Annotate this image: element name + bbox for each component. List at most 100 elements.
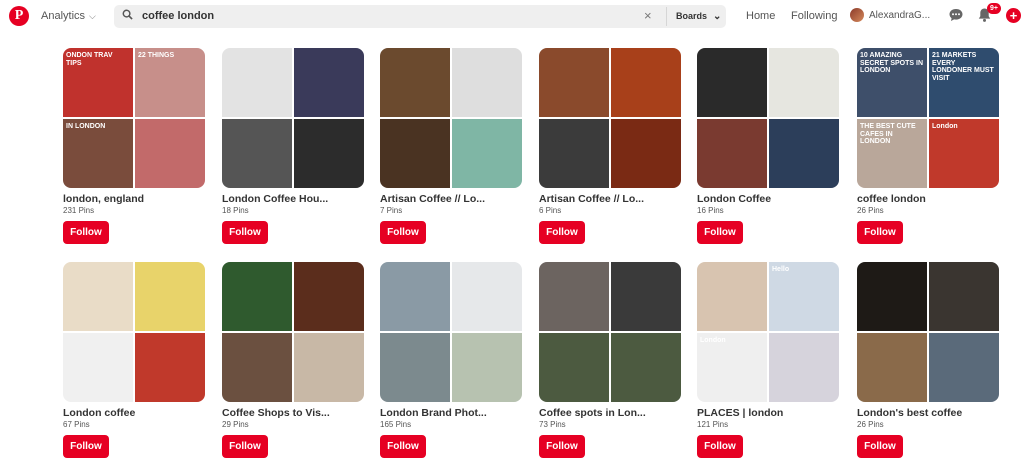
board-title[interactable]: London coffee — [63, 407, 205, 419]
board-cover-image — [452, 119, 522, 188]
board-card[interactable]: Artisan Coffee // Lo... 7 Pins Follow — [380, 48, 522, 244]
board-card[interactable]: Artisan Coffee // Lo... 6 Pins Follow — [539, 48, 681, 244]
board-cover-image: 22 THINGS — [135, 48, 205, 117]
board-cover[interactable] — [63, 262, 205, 402]
board-card[interactable]: London coffee 67 Pins Follow — [63, 262, 205, 458]
nav-home[interactable]: Home — [746, 10, 775, 22]
search-scope-label: Boards — [676, 11, 708, 21]
search-bar[interactable]: coffee london × Boards ⌄ — [114, 5, 726, 28]
analytics-menu[interactable]: Analytics ⌵ — [41, 10, 96, 22]
follow-button[interactable]: Follow — [857, 221, 903, 244]
user-profile-link[interactable]: AlexandraG... — [850, 8, 930, 22]
board-cover-image — [380, 333, 450, 402]
nav-following[interactable]: Following — [791, 10, 837, 22]
search-scope-dropdown[interactable]: Boards ⌄ — [676, 11, 721, 22]
board-title[interactable]: London's best coffee — [857, 407, 999, 419]
board-cover-image: IN LONDON — [63, 119, 133, 188]
board-card[interactable]: London Coffee Hou... 18 Pins Follow — [222, 48, 364, 244]
follow-button[interactable]: Follow — [539, 221, 585, 244]
board-title[interactable]: coffee london — [857, 193, 999, 205]
board-cover[interactable]: ONDON TRAV TIPS 22 THINGS IN LONDON — [63, 48, 205, 188]
board-pin-count: 6 Pins — [539, 206, 562, 215]
board-cover-image — [769, 119, 839, 188]
board-title[interactable]: London Coffee Hou... — [222, 193, 364, 205]
board-cover-image — [769, 48, 839, 117]
board-title[interactable]: PLACES | london — [697, 407, 839, 419]
board-cover[interactable] — [539, 262, 681, 402]
cover-image-text: London — [932, 123, 958, 130]
analytics-label: Analytics — [41, 10, 86, 22]
board-title[interactable]: Artisan Coffee // Lo... — [539, 193, 681, 205]
board-cover[interactable] — [857, 262, 999, 402]
board-title[interactable]: Artisan Coffee // Lo... — [380, 193, 522, 205]
board-cover-image — [380, 48, 450, 117]
search-input[interactable]: coffee london — [142, 10, 214, 22]
cover-image-text: 21 MARKETS EVERY LONDONER MUST VISIT — [932, 52, 994, 83]
board-cover-image — [452, 48, 522, 117]
follow-button[interactable]: Follow — [63, 221, 109, 244]
board-pin-count: 18 Pins — [222, 206, 249, 215]
board-cover[interactable]: 10 AMAZING SECRET SPOTS IN LONDON 21 MARK… — [857, 48, 999, 188]
chevron-down-icon: ⌵ — [89, 11, 96, 21]
follow-button[interactable]: Follow — [697, 435, 743, 458]
board-cover[interactable] — [222, 48, 364, 188]
board-card[interactable]: Hello London PLACES | london 121 Pins Follow — [697, 262, 839, 458]
board-title[interactable]: Coffee spots in Lon... — [539, 407, 681, 419]
messages-icon[interactable] — [948, 7, 964, 23]
board-cover-image — [294, 119, 364, 188]
board-cover-image — [857, 262, 927, 331]
board-cover[interactable] — [380, 262, 522, 402]
board-cover[interactable] — [222, 262, 364, 402]
avatar — [850, 8, 864, 22]
pinterest-logo-icon[interactable]: P — [9, 6, 29, 26]
board-cover[interactable] — [697, 48, 839, 188]
board-pin-count: 121 Pins — [697, 420, 729, 429]
board-pin-count: 7 Pins — [380, 206, 403, 215]
board-cover-image — [222, 262, 292, 331]
board-pin-count: 165 Pins — [380, 420, 412, 429]
board-cover[interactable]: Hello London — [697, 262, 839, 402]
board-card[interactable]: London's best coffee 26 Pins Follow — [857, 262, 999, 458]
board-title[interactable]: Coffee Shops to Vis... — [222, 407, 364, 419]
top-navigation-bar: P Analytics ⌵ coffee london × Boards ⌄ Hom… — [0, 0, 1024, 33]
board-card[interactable]: London Coffee 16 Pins Follow — [697, 48, 839, 244]
follow-button[interactable]: Follow — [380, 221, 426, 244]
follow-button[interactable]: Follow — [222, 221, 268, 244]
board-cover-image — [294, 333, 364, 402]
board-pin-count: 231 Pins — [63, 206, 95, 215]
cover-image-text: IN LONDON — [66, 123, 106, 130]
board-card[interactable]: ONDON TRAV TIPS 22 THINGS IN LONDON london,… — [63, 48, 205, 244]
clear-search-icon[interactable]: × — [644, 8, 652, 23]
board-cover-image — [697, 48, 767, 117]
board-pin-count: 73 Pins — [539, 420, 566, 429]
board-cover-image — [135, 333, 205, 402]
follow-button[interactable]: Follow — [539, 435, 585, 458]
board-cover-image — [697, 119, 767, 188]
board-cover-image — [697, 262, 767, 331]
cover-image-text: Hello — [772, 266, 790, 273]
board-cover[interactable] — [380, 48, 522, 188]
notification-count-badge: 9+ — [987, 3, 1001, 14]
board-cover-image — [539, 48, 609, 117]
board-pin-count: 26 Pins — [857, 420, 884, 429]
board-cover-image — [857, 333, 927, 402]
board-cover-image — [380, 119, 450, 188]
board-title[interactable]: london, england — [63, 193, 205, 205]
cover-image-text: 22 THINGS — [138, 52, 175, 59]
follow-button[interactable]: Follow — [222, 435, 268, 458]
board-card[interactable]: 10 AMAZING SECRET SPOTS IN LONDON 21 MARK… — [857, 48, 999, 244]
board-title[interactable]: London Brand Phot... — [380, 407, 522, 419]
follow-button[interactable]: Follow — [697, 221, 743, 244]
board-title[interactable]: London Coffee — [697, 193, 839, 205]
follow-button[interactable]: Follow — [63, 435, 109, 458]
board-cover-image — [929, 333, 999, 402]
create-plus-icon[interactable]: + — [1006, 8, 1021, 23]
board-cover[interactable] — [539, 48, 681, 188]
follow-button[interactable]: Follow — [380, 435, 426, 458]
follow-button[interactable]: Follow — [857, 435, 903, 458]
board-cover-image — [611, 48, 681, 117]
board-card[interactable]: Coffee spots in Lon... 73 Pins Follow — [539, 262, 681, 458]
board-card[interactable]: London Brand Phot... 165 Pins Follow — [380, 262, 522, 458]
board-cover-image — [63, 333, 133, 402]
board-card[interactable]: Coffee Shops to Vis... 29 Pins Follow — [222, 262, 364, 458]
